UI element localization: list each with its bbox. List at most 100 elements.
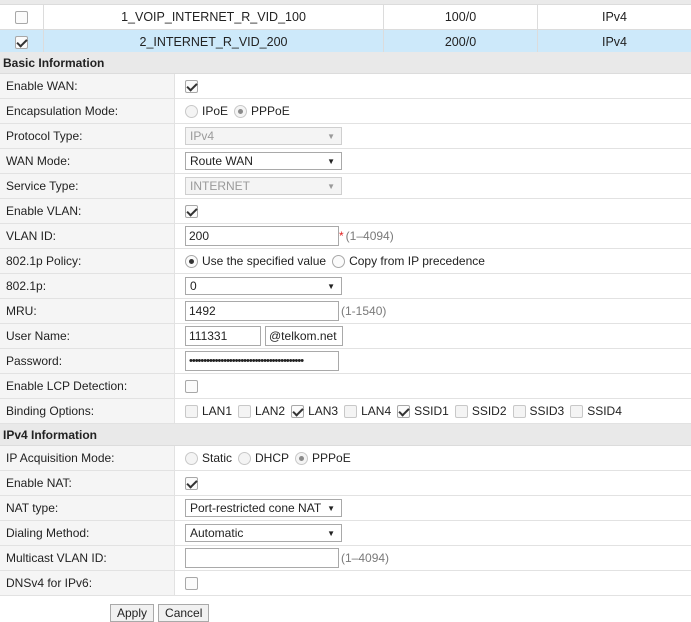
binding-lan2-checkbox[interactable] xyxy=(238,404,252,418)
acq-label: IP Acquisition Mode: xyxy=(0,446,175,470)
binding-label: Binding Options: xyxy=(0,399,175,423)
dropdown-arrow-icon: ▼ xyxy=(327,132,335,141)
vlan-id-hint: (1–4094) xyxy=(345,229,394,243)
wan-config-form: Basic Information Enable WAN: Encapsulat… xyxy=(0,52,691,596)
wan-row-1-vlan: 100/0 xyxy=(384,5,538,29)
multicast-vlan-input[interactable] xyxy=(185,548,339,568)
row-encapsulation: Encapsulation Mode: IPoE PPPoE xyxy=(0,99,691,124)
dropdown-arrow-icon: ▼ xyxy=(327,529,335,538)
binding-ssid1-checkbox[interactable] xyxy=(397,404,411,418)
mru-hint: (1-1540) xyxy=(341,304,387,318)
row-enable-wan: Enable WAN: xyxy=(0,74,691,99)
binding-ssid4-checkbox[interactable] xyxy=(570,404,584,418)
enable-nat-checkbox[interactable] xyxy=(185,476,198,490)
row-password: Password: ••••••••••••••••••••••••••••••… xyxy=(0,349,691,374)
acq-static-radio[interactable] xyxy=(185,451,198,465)
row-service-type: Service Type: INTERNET ▼ xyxy=(0,174,691,199)
wanmode-label: WAN Mode: xyxy=(0,149,175,173)
policy-copy-radio[interactable] xyxy=(332,254,346,268)
dnsv4-ipv6-checkbox[interactable] xyxy=(185,576,198,590)
dialing-method-select[interactable]: Automatic ▼ xyxy=(185,524,342,542)
dial-label: Dialing Method: xyxy=(0,521,175,545)
binding-ssid2-checkbox[interactable] xyxy=(454,404,468,418)
encap-pppoe-radio[interactable] xyxy=(234,104,248,118)
basic-info-heading: Basic Information xyxy=(0,52,691,74)
row-binding-options: Binding Options: LAN1 LAN2 LAN3 LAN4 SSI… xyxy=(0,399,691,424)
wan-row-1[interactable]: 1_VOIP_INTERNET_R_VID_100 100/0 IPv4 xyxy=(0,5,691,30)
vlan-enable-label: Enable VLAN: xyxy=(0,199,175,223)
acq-dhcp-radio[interactable] xyxy=(238,451,252,465)
user-domain-field: @telkom.net xyxy=(265,326,343,346)
wan-row-1-protocol: IPv4 xyxy=(601,10,627,24)
nat-type-select[interactable]: Port-restricted cone NAT ▼ xyxy=(185,499,342,517)
cancel-button[interactable]: Cancel xyxy=(158,604,210,622)
binding-lan3-label: LAN3 xyxy=(308,404,339,418)
enable-wan-checkbox[interactable] xyxy=(185,79,198,93)
binding-ssid4-label: SSID4 xyxy=(587,404,622,418)
binding-lan1-checkbox[interactable] xyxy=(185,404,198,418)
acq-dhcp-label: DHCP xyxy=(255,451,290,465)
row-8021p: 802.1p: 0 ▼ xyxy=(0,274,691,299)
row-multicast-vlan: Multicast VLAN ID: (1–4094) xyxy=(0,546,691,571)
acq-pppoe-radio[interactable] xyxy=(295,451,309,465)
nattype-label: NAT type: xyxy=(0,496,175,520)
row-vlan-id: VLAN ID: 200 * (1–4094) xyxy=(0,224,691,249)
row-dnsv4-ipv6: DNSv4 for IPv6: xyxy=(0,571,691,596)
row-protocol-type: Protocol Type: IPv4 ▼ xyxy=(0,124,691,149)
row-dialing-method: Dialing Method: Automatic ▼ xyxy=(0,521,691,546)
binding-lan3-checkbox[interactable] xyxy=(291,404,305,418)
password-input[interactable]: •••••••••••••••••••••••••••••••••••••••• xyxy=(185,351,339,371)
row-ip-acquisition: IP Acquisition Mode: Static DHCP PPPoE xyxy=(0,446,691,471)
wan-mode-select[interactable]: Route WAN ▼ xyxy=(185,152,342,170)
binding-lan1-label: LAN1 xyxy=(202,404,233,418)
enable-vlan-checkbox[interactable] xyxy=(185,204,198,218)
service-type-select[interactable]: INTERNET ▼ xyxy=(185,177,342,195)
binding-lan4-label: LAN4 xyxy=(361,404,392,418)
dropdown-arrow-icon: ▼ xyxy=(327,182,335,191)
binding-lan2-label: LAN2 xyxy=(255,404,286,418)
wan-row-2-checkbox[interactable] xyxy=(15,35,28,49)
policy-specified-label: Use the specified value xyxy=(202,254,327,268)
dropdown-arrow-icon: ▼ xyxy=(327,504,335,513)
vlanid-label: VLAN ID: xyxy=(0,224,175,248)
wan-connection-list: 1_VOIP_INTERNET_R_VID_100 100/0 IPv4 2_I… xyxy=(0,0,691,55)
p8021-select[interactable]: 0 ▼ xyxy=(185,277,342,295)
acq-static-label: Static xyxy=(202,451,233,465)
encap-pppoe-label: PPPoE xyxy=(251,104,290,118)
enable-wan-label: Enable WAN: xyxy=(0,74,175,98)
user-name-input[interactable]: 111331 xyxy=(185,326,261,346)
lcp-detection-checkbox[interactable] xyxy=(185,379,198,393)
pw-label: Password: xyxy=(0,349,175,373)
encap-ipoe-radio[interactable] xyxy=(185,104,198,118)
apply-button[interactable]: Apply xyxy=(110,604,155,622)
row-enable-vlan: Enable VLAN: xyxy=(0,199,691,224)
wan-row-2-vlan: 200/0 xyxy=(384,30,538,54)
wan-row-1-name: 1_VOIP_INTERNET_R_VID_100 xyxy=(44,5,384,29)
binding-ssid3-checkbox[interactable] xyxy=(512,404,526,418)
wan-row-1-checkbox[interactable] xyxy=(15,10,28,24)
row-wan-mode: WAN Mode: Route WAN ▼ xyxy=(0,149,691,174)
binding-lan4-checkbox[interactable] xyxy=(344,404,358,418)
row-user-name: User Name: 111331 @telkom.net xyxy=(0,324,691,349)
dns-label: DNSv4 for IPv6: xyxy=(0,571,175,595)
binding-ssid1-label: SSID1 xyxy=(414,404,449,418)
dropdown-arrow-icon: ▼ xyxy=(327,157,335,166)
row-mru: MRU: 1492 (1-1540) xyxy=(0,299,691,324)
policy-specified-radio[interactable] xyxy=(185,254,198,268)
encap-ipoe-label: IPoE xyxy=(202,104,229,118)
policy-copy-label: Copy from IP precedence xyxy=(349,254,485,268)
ipv4-info-heading: IPv4 Information xyxy=(0,424,691,446)
row-nat-type: NAT type: Port-restricted cone NAT ▼ xyxy=(0,496,691,521)
vlan-id-required-mark: * xyxy=(339,229,344,243)
row-enable-nat: Enable NAT: xyxy=(0,471,691,496)
p8021-label: 802.1p: xyxy=(0,274,175,298)
multicast-vlan-hint: (1–4094) xyxy=(341,551,390,565)
encap-label: Encapsulation Mode: xyxy=(0,99,175,123)
vlan-id-input[interactable]: 200 xyxy=(185,226,339,246)
service-label: Service Type: xyxy=(0,174,175,198)
policy-label: 802.1p Policy: xyxy=(0,249,175,273)
nat-label: Enable NAT: xyxy=(0,471,175,495)
protocol-type-select[interactable]: IPv4 ▼ xyxy=(185,127,342,145)
form-actions: Apply Cancel xyxy=(110,604,213,622)
mru-input[interactable]: 1492 xyxy=(185,301,339,321)
